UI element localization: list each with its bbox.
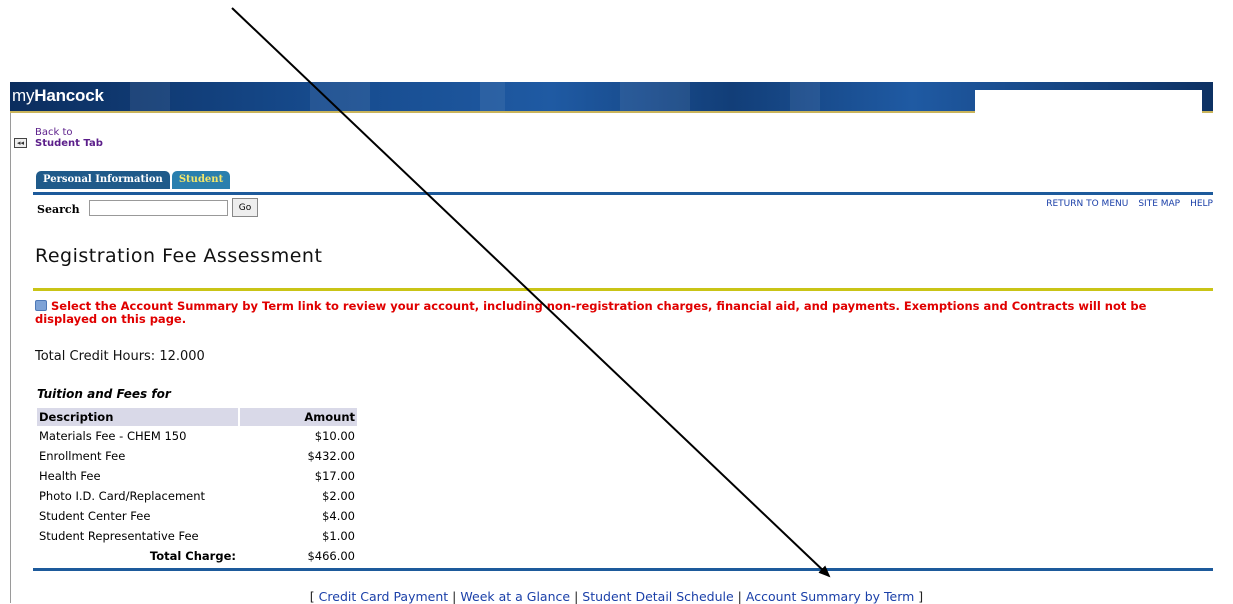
annotation-arrow [231,7,831,578]
